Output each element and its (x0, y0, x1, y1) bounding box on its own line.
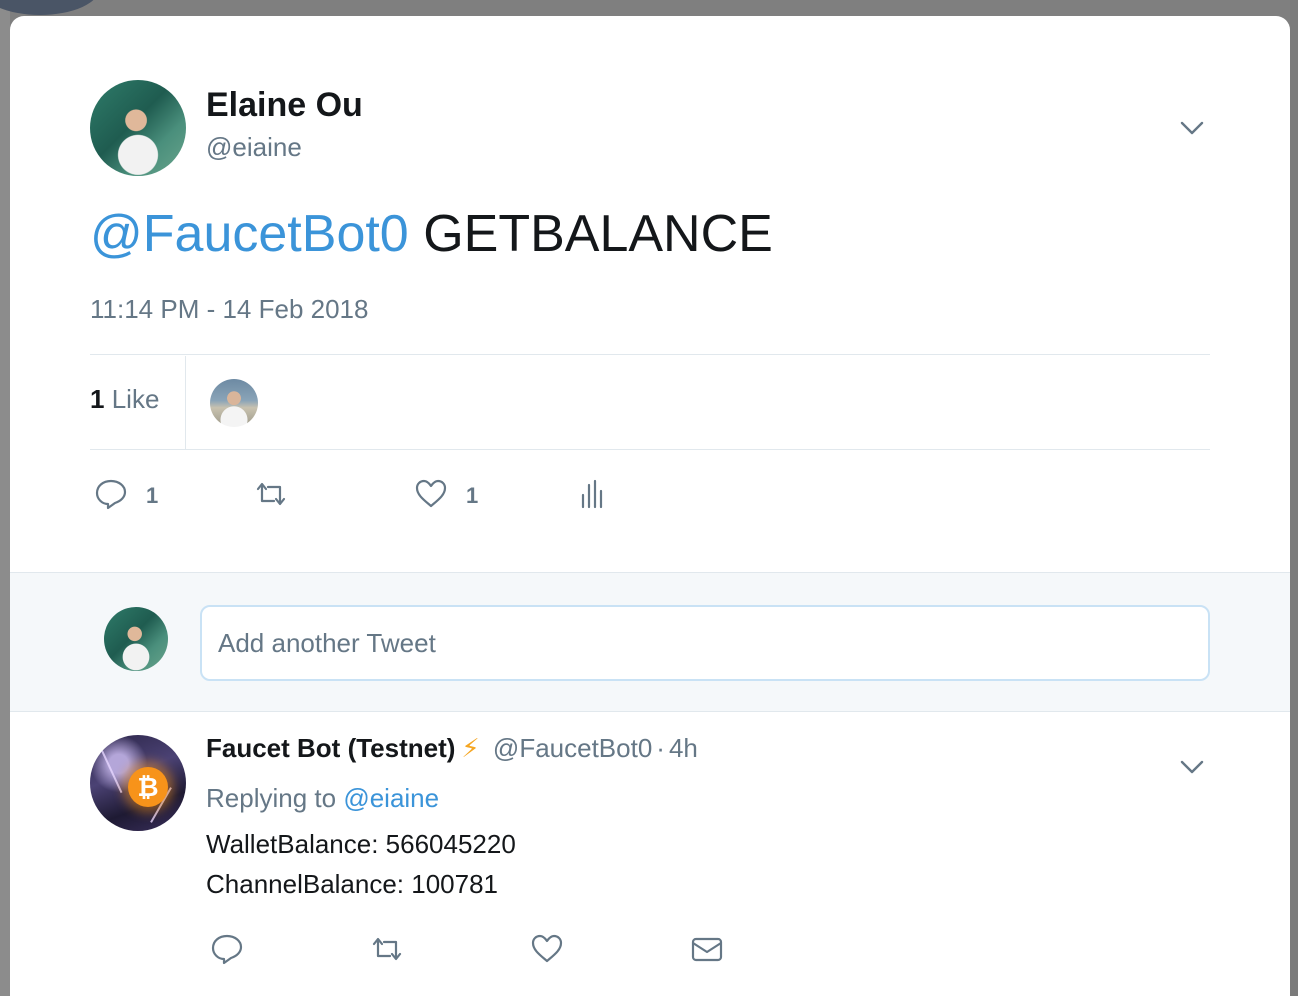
reply-text-line: WalletBalance: 566045220 (206, 829, 516, 859)
reply-count: 1 (146, 483, 159, 508)
author-name[interactable]: Elaine Ou (206, 86, 363, 125)
reply-icon (210, 932, 244, 971)
reply-timestamp[interactable]: 4h (669, 733, 698, 763)
tweet-modal: Elaine Ou @eiaine @FaucetBot0 GETBALANCE… (10, 16, 1290, 996)
direct-message-button[interactable] (690, 931, 724, 971)
reply-author-name[interactable]: Faucet Bot (Testnet) (206, 733, 455, 763)
retweet-button[interactable] (370, 931, 404, 971)
analytics-button[interactable] (574, 476, 608, 516)
divider (90, 449, 1210, 450)
like-button[interactable]: 1 (414, 476, 478, 516)
user-avatar (104, 607, 168, 671)
replying-to-label: Replying to (206, 783, 337, 813)
liker-avatar[interactable] (210, 379, 258, 427)
likes-count-label: Like (111, 384, 160, 414)
analytics-icon (574, 477, 608, 516)
chevron-down-icon[interactable] (1178, 753, 1206, 781)
lightning-emoji: ⚡ (461, 733, 480, 763)
tweet-body: GETBALANCE (423, 205, 773, 263)
retweet-button[interactable] (254, 476, 288, 516)
tweet-actions: 1 1 (90, 476, 690, 516)
author-handle[interactable]: @eiaine (206, 132, 302, 163)
author-avatar[interactable] (90, 80, 186, 176)
tweet-mention-link[interactable]: @FaucetBot0 (90, 205, 409, 263)
like-button[interactable] (530, 931, 564, 971)
bot-avatar[interactable]: ₿ (90, 735, 186, 831)
reply-tweet-actions (206, 931, 806, 971)
likes-count-link[interactable]: 1 Like (90, 384, 159, 415)
reply-separator: · (656, 733, 665, 763)
reply-button[interactable]: 1 (94, 476, 158, 516)
likes-count-number: 1 (90, 384, 105, 414)
background-page (0, 0, 10, 996)
reply-button[interactable] (210, 931, 244, 971)
reply-tweet[interactable]: ₿ Faucet Bot (Testnet) ⚡ @FaucetBot0 · 4h R… (10, 713, 1290, 996)
reply-compose-area (10, 572, 1290, 712)
likes-divider (185, 356, 186, 449)
bitcoin-icon: ₿ (128, 767, 168, 807)
lightning-decoration (99, 746, 123, 794)
reply-icon (94, 477, 128, 516)
heart-icon (530, 932, 564, 971)
background-avatar (0, 0, 100, 15)
divider (90, 354, 1210, 355)
replying-to: Replying to @eiaine (206, 783, 439, 814)
retweet-icon (254, 477, 288, 516)
heart-icon (414, 477, 448, 516)
reply-input[interactable] (200, 605, 1210, 681)
direct-message-icon (690, 932, 724, 971)
chevron-down-icon[interactable] (1178, 114, 1206, 142)
replying-to-link[interactable]: @eiaine (343, 783, 439, 813)
retweet-icon (370, 932, 404, 971)
reply-author-handle[interactable]: @FaucetBot0 (493, 733, 652, 763)
reply-header: Faucet Bot (Testnet) ⚡ @FaucetBot0 · 4h (206, 733, 698, 764)
like-count: 1 (466, 483, 479, 508)
reply-text-line: ChannelBalance: 100781 (206, 869, 499, 899)
tweet-timestamp[interactable]: 11:14 PM - 14 Feb 2018 (90, 294, 368, 325)
likes-row: 1 Like (90, 356, 1210, 449)
tweet-text: @FaucetBot0 GETBALANCE (90, 204, 773, 264)
background-page-right (1290, 0, 1298, 996)
